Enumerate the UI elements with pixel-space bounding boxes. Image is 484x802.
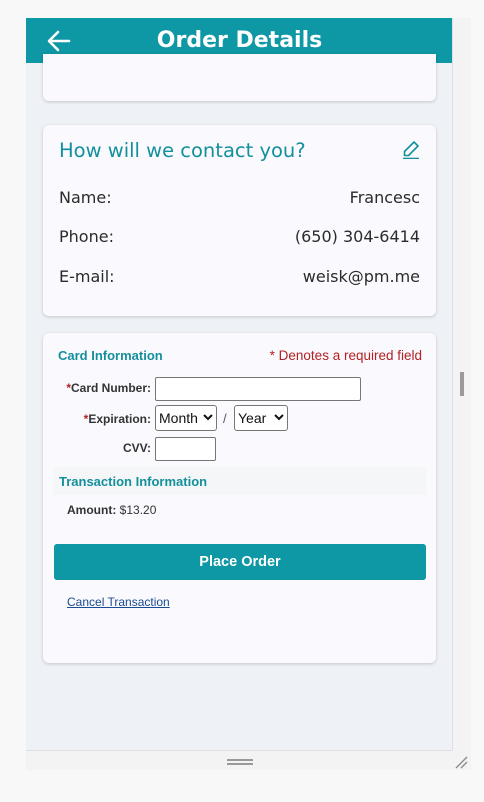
card-number-label: *Card Number:: [66, 381, 151, 395]
cvv-input[interactable]: [155, 437, 216, 461]
amount-value: $13.20: [119, 503, 157, 517]
resize-corner-icon[interactable]: [453, 754, 469, 770]
year-select[interactable]: Year: [234, 405, 288, 431]
chevron-down-icon: [203, 414, 213, 421]
contact-label: Phone:: [59, 227, 114, 246]
cvv-label: CVV:: [122, 441, 151, 455]
chevron-down-icon: [274, 414, 284, 421]
amount-row: Amount: $13.20: [67, 503, 156, 517]
order-summary-card: [43, 54, 436, 101]
arrow-left-icon[interactable]: [44, 26, 74, 56]
contact-card: How will we contact you? Name: Francesc …: [43, 125, 436, 316]
required-note: * Denotes a required field: [269, 348, 422, 363]
card-info-title: Card Information: [58, 348, 163, 363]
payment-card: Card Information * Denotes a required fi…: [43, 333, 436, 663]
contact-label: Name:: [59, 188, 112, 207]
contact-title: How will we contact you?: [59, 139, 306, 162]
app-frame: Order Details How will we contact you? N…: [26, 18, 453, 751]
place-order-button[interactable]: Place Order: [54, 544, 426, 580]
contact-value: Francesc: [349, 188, 420, 207]
contact-value: weisk@pm.me: [302, 267, 420, 286]
month-select-value: Month: [159, 410, 198, 426]
transaction-title: Transaction Information: [59, 474, 208, 489]
card-number-input[interactable]: [155, 377, 361, 401]
vertical-resize-handle[interactable]: [460, 372, 464, 396]
month-select[interactable]: Month: [155, 405, 217, 431]
amount-label: Amount:: [67, 503, 117, 517]
horizontal-resize-handle[interactable]: [227, 759, 253, 765]
expiration-separator: /: [223, 411, 227, 426]
expiration-label: *Expiration:: [83, 412, 151, 426]
contact-label: E-mail:: [59, 267, 115, 286]
cancel-transaction-link[interactable]: Cancel Transaction: [67, 595, 170, 609]
contact-value: (650) 304-6414: [294, 227, 420, 246]
pencil-icon[interactable]: [401, 139, 421, 159]
year-select-value: Year: [238, 410, 267, 426]
